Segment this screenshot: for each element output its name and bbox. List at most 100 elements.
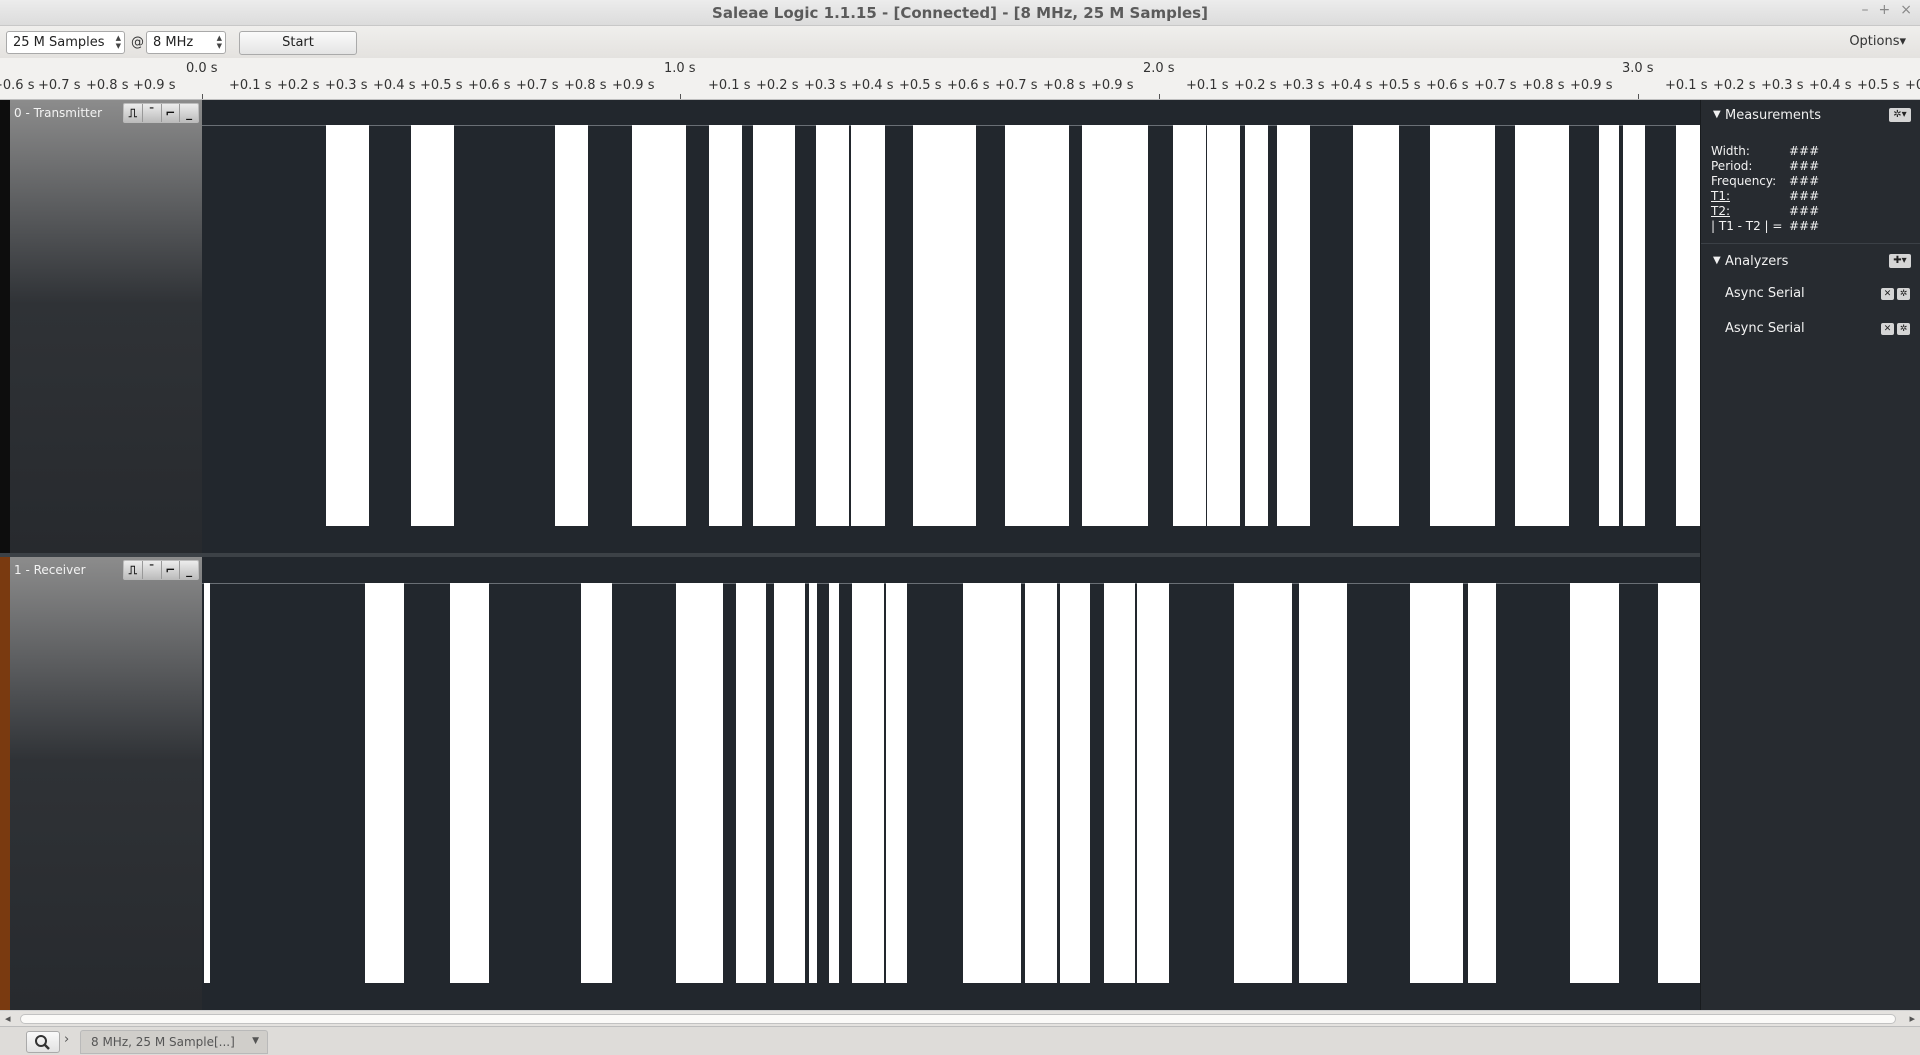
ruler-minor-label: +0.9 s xyxy=(133,78,176,93)
samples-spinbox[interactable]: 25 M Samples ▲ ▼ xyxy=(6,31,125,54)
minimize-icon[interactable]: – xyxy=(1862,2,1869,18)
trigger-low-icon[interactable]: _ xyxy=(180,561,198,579)
ruler-minor-label: +0.5 s xyxy=(899,78,942,93)
ruler-minor-label: +0.3 s xyxy=(1761,78,1804,93)
channel-name: 1 - Receiver xyxy=(14,563,86,577)
trigger-rise-icon[interactable]: ⌐ xyxy=(162,561,181,579)
signal-high-pulse xyxy=(736,583,766,983)
trigger-high-icon[interactable]: ¯ xyxy=(143,104,162,122)
ruler-major-label: 0.0 s xyxy=(186,61,218,76)
toolbar: 25 M Samples ▲ ▼ @ 8 MHz ▲ ▼ Start Options… xyxy=(0,26,1920,58)
signal-high-pulse xyxy=(1005,125,1069,526)
signal-high-pulse xyxy=(1277,125,1310,526)
measure-value-width: ### xyxy=(1789,144,1820,158)
chevron-right-icon[interactable]: › xyxy=(64,1032,69,1047)
signal-high-pulse xyxy=(809,583,817,983)
ruler-minor-label: +0.6 s xyxy=(947,78,990,93)
ruler-minor-label: +0.4 s xyxy=(373,78,416,93)
session-tab-label: 8 MHz, 25 M Sample[...] xyxy=(91,1035,235,1049)
ruler-minor-label: +0.8 s xyxy=(86,78,129,93)
signal-high-pulse xyxy=(450,583,489,983)
remove-analyzer-icon[interactable]: ✕ xyxy=(1881,288,1894,300)
scroll-right-icon[interactable]: ▸ xyxy=(1909,1012,1915,1025)
time-ruler[interactable]: 0.0 s1.0 s2.0 s3.0 s+0.6 s+0.7 s+0.8 s+0… xyxy=(0,58,1920,100)
collapse-caret-icon[interactable]: ▼ xyxy=(1713,255,1721,266)
signal-high-pulse xyxy=(1515,125,1569,526)
ruler-minor-label: +0.1 s xyxy=(1186,78,1229,93)
window-title: Saleae Logic 1.1.15 - [Connected] - [8 M… xyxy=(712,4,1208,22)
spin-arrows-icon[interactable]: ▲ ▼ xyxy=(217,34,222,50)
ruler-minor-label: +0.9 s xyxy=(1570,78,1613,93)
measure-label-frequency: Frequency: xyxy=(1711,174,1777,188)
measure-value-frequency: ### xyxy=(1789,174,1820,188)
start-button[interactable]: Start xyxy=(239,31,357,55)
signal-high-pulse xyxy=(1104,583,1135,983)
signal-high-pulse xyxy=(1025,583,1057,983)
rate-spinbox[interactable]: 8 MHz ▲ ▼ xyxy=(146,31,226,54)
analyzers-header[interactable]: ▼ Analyzers ✚▾ xyxy=(1701,250,1920,274)
analyzers-title: Analyzers xyxy=(1725,254,1789,269)
gear-icon[interactable]: ✲ xyxy=(1897,323,1910,335)
channel-label-receiver[interactable]: 1 - Receiver ⎍ ¯ ⌐ _ xyxy=(0,557,202,1010)
section-divider xyxy=(1701,243,1920,244)
measure-label-t2[interactable]: T2: xyxy=(1711,204,1730,218)
trigger-rise-icon[interactable]: ⌐ xyxy=(162,104,181,122)
ruler-tick xyxy=(1159,94,1160,99)
spin-arrows-icon[interactable]: ▲ ▼ xyxy=(116,34,121,50)
ruler-minor-label: +0.7 s xyxy=(1474,78,1517,93)
add-analyzer-icon[interactable]: ✚▾ xyxy=(1889,254,1911,268)
ruler-minor-label: +0.6 s xyxy=(1426,78,1469,93)
signal-high-pulse xyxy=(1245,125,1268,526)
signal-high-pulse xyxy=(1676,125,1700,526)
ruler-minor-label: +0.7 s xyxy=(995,78,1038,93)
signal-high-pulse xyxy=(1137,583,1169,983)
measurements-header[interactable]: ▼ Measurements ✲▾ xyxy=(1701,104,1920,128)
analyzer-actions: ✕ ✲ xyxy=(1881,323,1910,335)
collapse-caret-icon[interactable]: ▼ xyxy=(1713,109,1721,120)
ruler-minor-label: +0.6 s xyxy=(0,78,35,93)
signal-high-pulse xyxy=(1082,125,1115,526)
signal-high-pulse xyxy=(829,583,839,983)
rate-value: 8 MHz xyxy=(153,35,194,50)
trigger-buttons: ⎍ ¯ ⌐ _ xyxy=(123,103,199,123)
analyzer-item[interactable]: Async Serial xyxy=(1725,321,1805,336)
ruler-minor-label: +0.8 s xyxy=(1043,78,1086,93)
signal-high-pulse xyxy=(365,583,404,983)
ruler-minor-label: +0.2 s xyxy=(277,78,320,93)
analyzer-item[interactable]: Async Serial xyxy=(1725,286,1805,301)
scrollbar-thumb[interactable] xyxy=(20,1014,1896,1024)
gear-icon[interactable]: ✲▾ xyxy=(1889,108,1911,122)
waveform-receiver[interactable] xyxy=(202,557,1700,1010)
trigger-edge-icon[interactable]: ⎍ xyxy=(124,561,143,579)
waveform-transmitter[interactable] xyxy=(202,100,1700,553)
measure-label-period: Period: xyxy=(1711,159,1753,173)
remove-analyzer-icon[interactable]: ✕ xyxy=(1881,323,1894,335)
search-button[interactable] xyxy=(26,1031,60,1053)
ruler-minor-label: +0.4 s xyxy=(1809,78,1852,93)
ruler-minor-label: +0.7 s xyxy=(38,78,81,93)
measure-label-t1-t2: | T1 - T2 | = xyxy=(1711,219,1783,233)
session-tab-bar: › 8 MHz, 25 M Sample[...] ▼ xyxy=(0,1026,1920,1055)
measurements-title: Measurements xyxy=(1725,108,1822,123)
channel-label-transmitter[interactable]: 0 - Transmitter ⎍ ¯ ⌐ _ xyxy=(0,100,202,553)
ruler-minor-label: +0.5 s xyxy=(1857,78,1900,93)
horizontal-scrollbar[interactable]: ◂ ▸ xyxy=(0,1010,1920,1026)
search-icon xyxy=(35,1035,50,1050)
close-icon[interactable]: × xyxy=(1900,2,1912,18)
maximize-icon[interactable]: + xyxy=(1879,2,1891,18)
signal-high-pulse xyxy=(851,125,885,526)
trigger-edge-icon[interactable]: ⎍ xyxy=(124,104,143,122)
trigger-low-icon[interactable]: _ xyxy=(180,104,198,122)
options-menu[interactable]: Options▾ xyxy=(1849,34,1906,49)
measure-label-t1[interactable]: T1: xyxy=(1711,189,1730,203)
session-tab[interactable]: 8 MHz, 25 M Sample[...] ▼ xyxy=(80,1030,268,1054)
scroll-left-icon[interactable]: ◂ xyxy=(5,1012,11,1025)
signal-high-pulse xyxy=(411,125,454,526)
signal-high-pulse xyxy=(676,583,723,983)
gear-icon[interactable]: ✲ xyxy=(1897,288,1910,300)
chevron-down-icon[interactable]: ▼ xyxy=(252,1036,259,1046)
ruler-minor-label: +0.6 s xyxy=(468,78,511,93)
ruler-tick xyxy=(1638,94,1639,99)
signal-high-pulse xyxy=(1060,583,1090,983)
trigger-high-icon[interactable]: ¯ xyxy=(143,561,162,579)
